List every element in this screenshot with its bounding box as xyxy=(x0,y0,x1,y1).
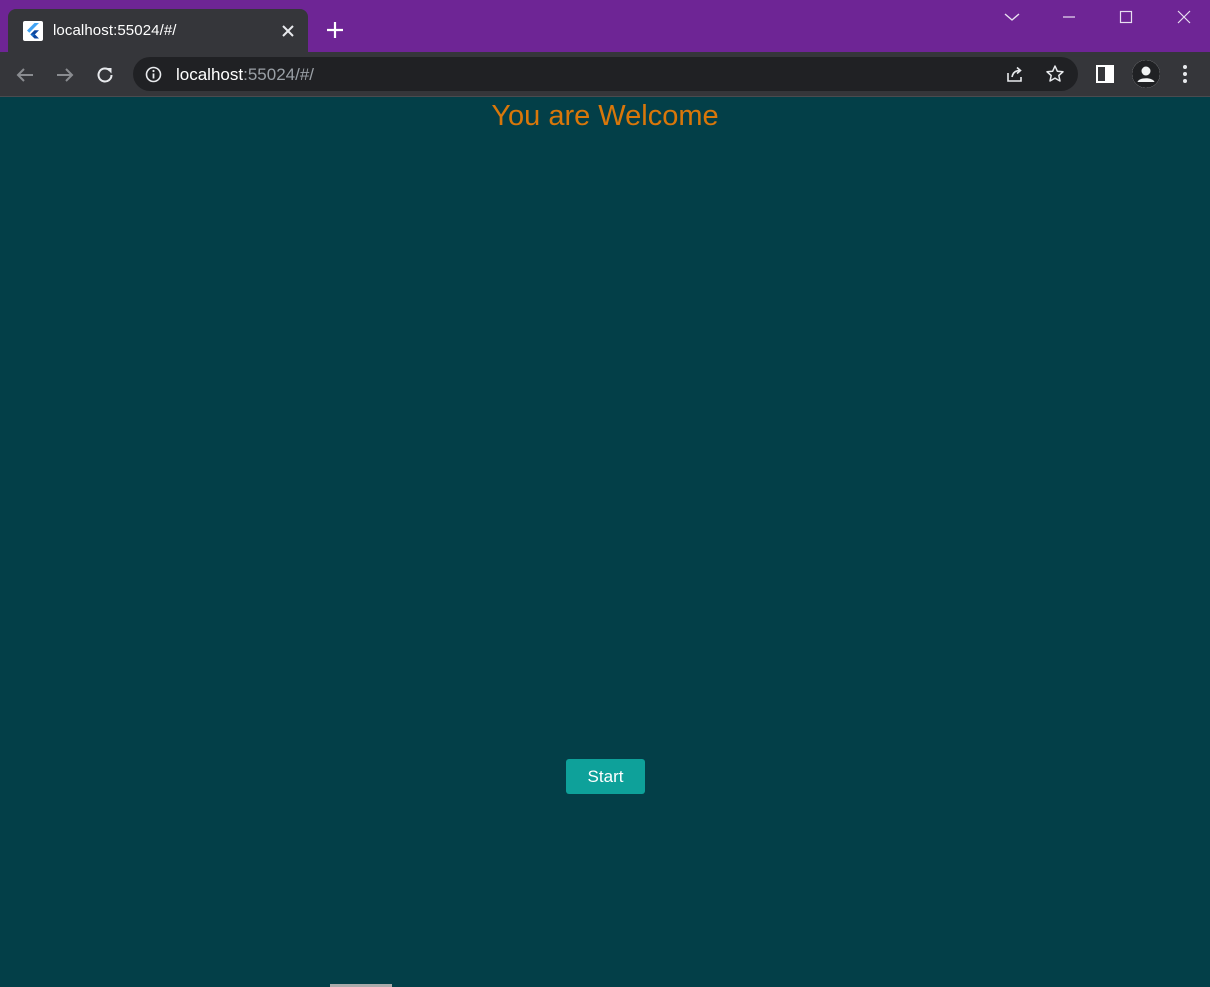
browser-window: localhost:55024/#/ localhost:55024/#/ Yo… xyxy=(0,0,1210,987)
browser-toolbar: localhost:55024/#/ xyxy=(0,52,1210,97)
url-path: :55024/#/ xyxy=(243,65,315,84)
close-icon[interactable] xyxy=(278,21,298,41)
tab-title: localhost:55024/#/ xyxy=(53,22,177,39)
reload-icon[interactable] xyxy=(93,63,117,87)
kebab-menu-icon[interactable] xyxy=(1173,62,1197,86)
address-url[interactable]: localhost:55024/#/ xyxy=(176,65,314,85)
avatar-icon[interactable] xyxy=(1132,60,1160,88)
star-icon[interactable] xyxy=(1045,64,1065,84)
share-icon[interactable] xyxy=(1005,64,1025,84)
url-host: localhost xyxy=(176,65,244,84)
tab-strip: localhost:55024/#/ xyxy=(0,0,1210,52)
side-panel-icon[interactable] xyxy=(1093,62,1117,86)
minimize-icon[interactable] xyxy=(1058,6,1080,28)
start-button[interactable]: Start xyxy=(566,759,645,794)
info-icon[interactable] xyxy=(145,66,162,83)
new-tab-icon[interactable] xyxy=(324,19,346,41)
arrow-right-icon[interactable] xyxy=(53,63,77,87)
window-close-icon[interactable] xyxy=(1173,6,1195,28)
flutter-icon xyxy=(23,21,43,41)
address-bar[interactable]: localhost:55024/#/ xyxy=(133,57,1078,91)
browser-tab[interactable]: localhost:55024/#/ xyxy=(8,9,308,52)
arrow-left-icon[interactable] xyxy=(13,63,37,87)
chevron-down-icon[interactable] xyxy=(1001,6,1023,28)
page-viewport: You are Welcome Start xyxy=(0,98,1210,987)
maximize-icon[interactable] xyxy=(1115,6,1137,28)
page-title: You are Welcome xyxy=(491,100,719,132)
